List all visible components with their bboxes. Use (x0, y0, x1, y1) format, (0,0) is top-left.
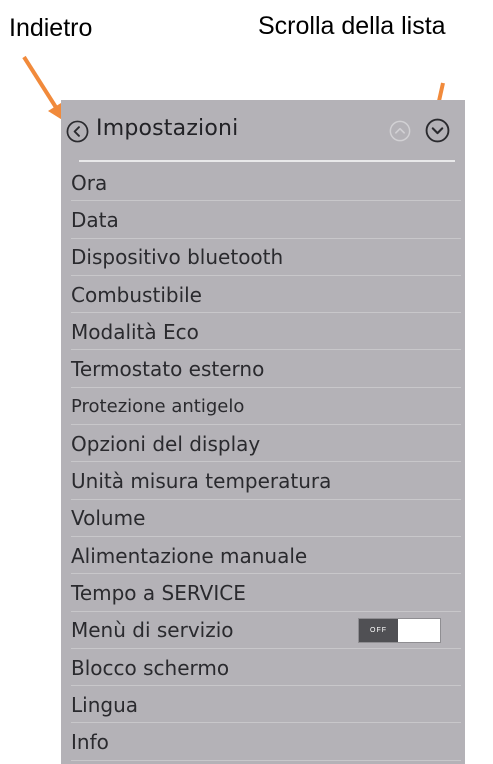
menu-item-lingua[interactable]: Lingua (61, 686, 465, 724)
scroll-down-chevron-circle-icon[interactable] (425, 118, 450, 143)
menu-item-protezione-antigelo[interactable]: Protezione antigelo (61, 388, 465, 426)
page-title: Impostazioni (96, 116, 239, 141)
callout-back-label: Indietro (9, 14, 93, 42)
menu-item-label: Unità misura temperatura (71, 469, 332, 494)
menu-item-label: Dispositivo bluetooth (71, 245, 284, 270)
menu-item-bluetooth[interactable]: Dispositivo bluetooth (61, 239, 465, 277)
page: Indietro Scrolla della lista Impostazion… (0, 0, 493, 764)
service-menu-toggle[interactable]: OFF (358, 617, 441, 643)
menu-item-combustibile[interactable]: Combustibile (61, 276, 465, 314)
header-divider (79, 160, 455, 162)
menu-item-data[interactable]: Data (61, 201, 465, 239)
back-chevron-circle-icon[interactable] (66, 120, 89, 143)
menu-item-label: Blocco schermo (71, 655, 230, 680)
menu-item-label: Modalità Eco (71, 319, 199, 344)
menu-item-label: Lingua (71, 692, 139, 717)
toggle-state-label: OFF (359, 618, 398, 642)
menu-item-label: Ora (71, 170, 108, 195)
menu-item-blocco-schermo[interactable]: Blocco schermo (61, 649, 465, 687)
menu-item-termostato-esterno[interactable]: Termostato esterno (61, 350, 465, 389)
callout-scroll-label: Scrolla della lista (258, 12, 446, 40)
menu-item-label: Volume (71, 506, 146, 531)
menu-item-label: Protezione antigelo (71, 395, 245, 417)
back-callout-arrow (22, 55, 64, 121)
menu-item-unita-temperatura[interactable]: Unità misura temperatura (61, 462, 465, 500)
menu-item-label: Menù di servizio (71, 618, 234, 643)
menu-item-label: Combustibile (71, 282, 202, 307)
menu-item-modalita-eco[interactable]: Modalità Eco (61, 313, 465, 351)
toggle-knob (398, 618, 440, 642)
settings-header: Impostazioni (61, 100, 465, 163)
menu-item-info[interactable]: Info (61, 723, 465, 762)
menu-item-label: Termostato esterno (71, 357, 265, 382)
menu-item-tempo-service[interactable]: Tempo a SERVICE (61, 574, 465, 612)
settings-menu: Ora Data Dispositivo bluetooth Combustib… (61, 164, 465, 762)
menu-item-label: Alimentazione manuale (71, 543, 308, 568)
menu-item-ora[interactable]: Ora (61, 164, 465, 202)
menu-item-opzioni-display[interactable]: Opzioni del display (61, 425, 465, 463)
menu-item-label: Info (71, 730, 109, 755)
menu-item-menu-servizio[interactable]: Menù di servizio OFF (61, 612, 465, 650)
menu-item-volume[interactable]: Volume (61, 500, 465, 538)
menu-item-label: Data (71, 207, 119, 232)
scroll-up-chevron-circle-icon[interactable] (389, 120, 411, 142)
menu-item-alimentazione-manuale[interactable]: Alimentazione manuale (61, 537, 465, 575)
menu-item-label: Tempo a SERVICE (71, 580, 246, 605)
settings-panel: Impostazioni Ora Data Dispositivo blueto… (61, 100, 465, 764)
menu-item-label: Opzioni del display (71, 431, 261, 456)
